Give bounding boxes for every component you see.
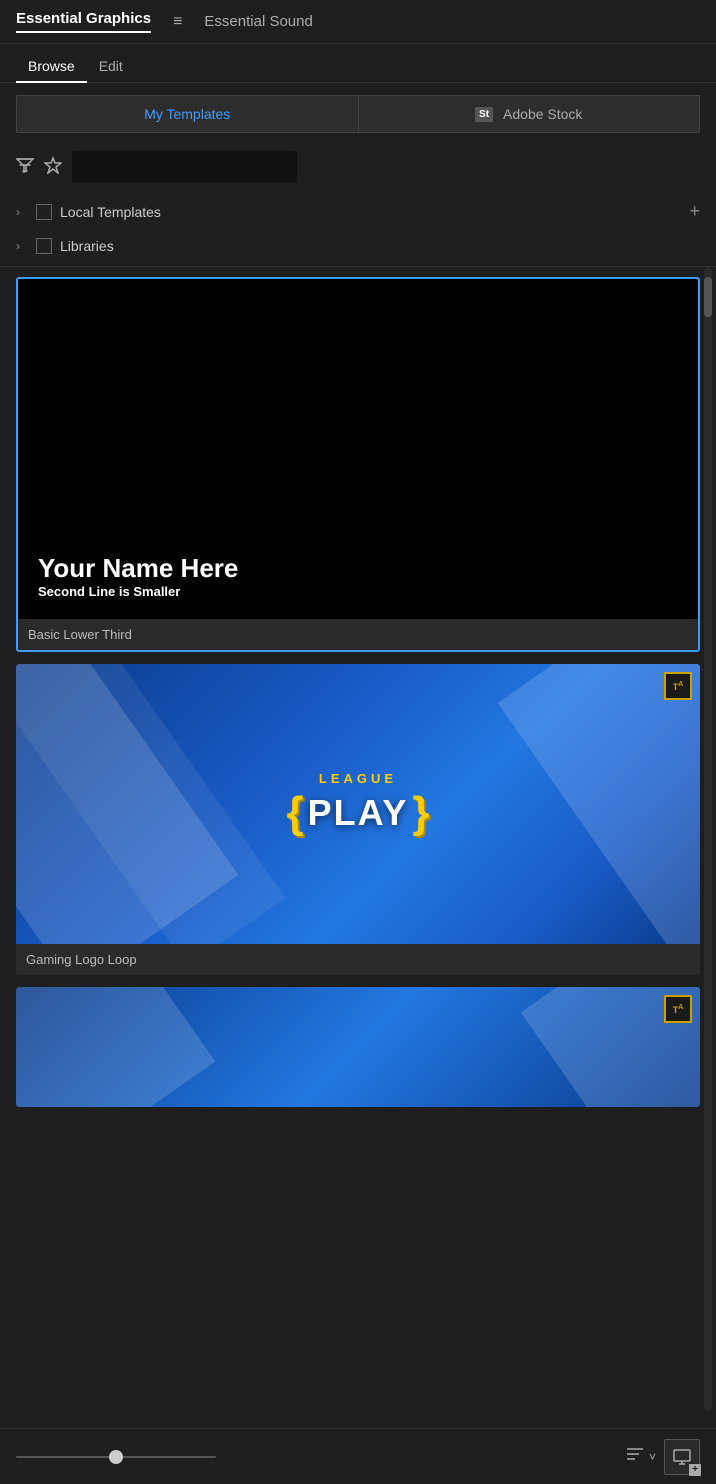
filter-row bbox=[0, 145, 716, 189]
my-templates-button[interactable]: My Templates bbox=[17, 96, 359, 132]
basic-lower-third-preview: Your Name Here Second Line is Smaller bbox=[38, 553, 238, 599]
add-local-template-button[interactable]: + bbox=[689, 201, 700, 222]
third-inner bbox=[16, 987, 700, 1107]
gaming-logo-text: LEAGUE { PLAY } bbox=[287, 771, 430, 838]
search-wrapper bbox=[72, 151, 700, 183]
sort-icon bbox=[625, 1446, 645, 1467]
adobe-stock-button[interactable]: St Adobe Stock bbox=[359, 96, 700, 132]
new-item-button[interactable]: + bbox=[664, 1439, 700, 1475]
bracket-right-icon: } bbox=[412, 788, 429, 838]
template-name-gaming: Gaming Logo Loop bbox=[16, 944, 700, 975]
gaming-stripe-3 bbox=[498, 664, 700, 944]
tab-browse[interactable]: Browse bbox=[16, 52, 87, 82]
gaming-inner: LEAGUE { PLAY } bbox=[16, 664, 700, 944]
folder-label-local: Local Templates bbox=[60, 204, 681, 220]
filter-icon[interactable] bbox=[16, 156, 34, 179]
stock-badge: St bbox=[475, 107, 493, 122]
ta-badge-gaming: TA bbox=[664, 672, 692, 700]
new-item-plus-icon: + bbox=[689, 1464, 701, 1476]
folder-local-templates[interactable]: › Local Templates + bbox=[0, 193, 716, 230]
chevron-right-icon-2: › bbox=[16, 239, 28, 253]
sort-chevron: ˅ bbox=[649, 1450, 656, 1464]
thumbnail-size-slider bbox=[16, 1456, 617, 1458]
top-nav: Essential Graphics ≡ Essential Sound bbox=[0, 0, 716, 44]
essential-sound-tab[interactable]: Essential Sound bbox=[204, 13, 312, 30]
scrollbar-track bbox=[704, 267, 712, 1411]
template-name-basic: Basic Lower Third bbox=[18, 619, 698, 650]
third-stripe-1 bbox=[16, 987, 215, 1107]
folder-label-libraries: Libraries bbox=[60, 238, 700, 254]
template-card-gaming-logo-loop[interactable]: TA LEAGUE { PLAY } bbox=[16, 664, 700, 975]
search-input[interactable] bbox=[72, 151, 297, 183]
scrollbar-thumb[interactable] bbox=[704, 277, 712, 317]
ta-badge-third: TA bbox=[664, 995, 692, 1023]
folder-list: › Local Templates + › Libraries bbox=[0, 189, 716, 267]
template-thumb-third: TA bbox=[16, 987, 700, 1107]
template-thumb-gaming: TA LEAGUE { PLAY } bbox=[16, 664, 700, 944]
template-card-third[interactable]: TA bbox=[16, 987, 700, 1107]
template-grid: Your Name Here Second Line is Smaller Ba… bbox=[0, 267, 716, 1411]
template-thumb-basic: Your Name Here Second Line is Smaller bbox=[18, 279, 698, 619]
chevron-right-icon: › bbox=[16, 205, 28, 219]
template-scroll-area: Your Name Here Second Line is Smaller Ba… bbox=[0, 267, 716, 1411]
app-title: Essential Graphics bbox=[16, 10, 151, 33]
folder-checkbox-local[interactable] bbox=[36, 204, 52, 220]
tab-edit[interactable]: Edit bbox=[87, 52, 135, 82]
bottom-bar: ˅ + bbox=[0, 1428, 716, 1484]
bracket-left-icon: { bbox=[287, 788, 304, 838]
sort-button[interactable]: ˅ bbox=[617, 1440, 664, 1473]
menu-icon[interactable]: ≡ bbox=[167, 13, 188, 31]
template-source-toggle: My Templates St Adobe Stock bbox=[16, 95, 700, 133]
favorites-icon[interactable] bbox=[44, 156, 62, 179]
folder-checkbox-libraries[interactable] bbox=[36, 238, 52, 254]
main-tabs: Browse Edit bbox=[0, 44, 716, 83]
template-card-basic-lower-third[interactable]: Your Name Here Second Line is Smaller Ba… bbox=[16, 277, 700, 652]
slider-thumb[interactable] bbox=[109, 1450, 123, 1464]
folder-libraries[interactable]: › Libraries bbox=[0, 230, 716, 262]
slider-track[interactable] bbox=[16, 1456, 216, 1458]
